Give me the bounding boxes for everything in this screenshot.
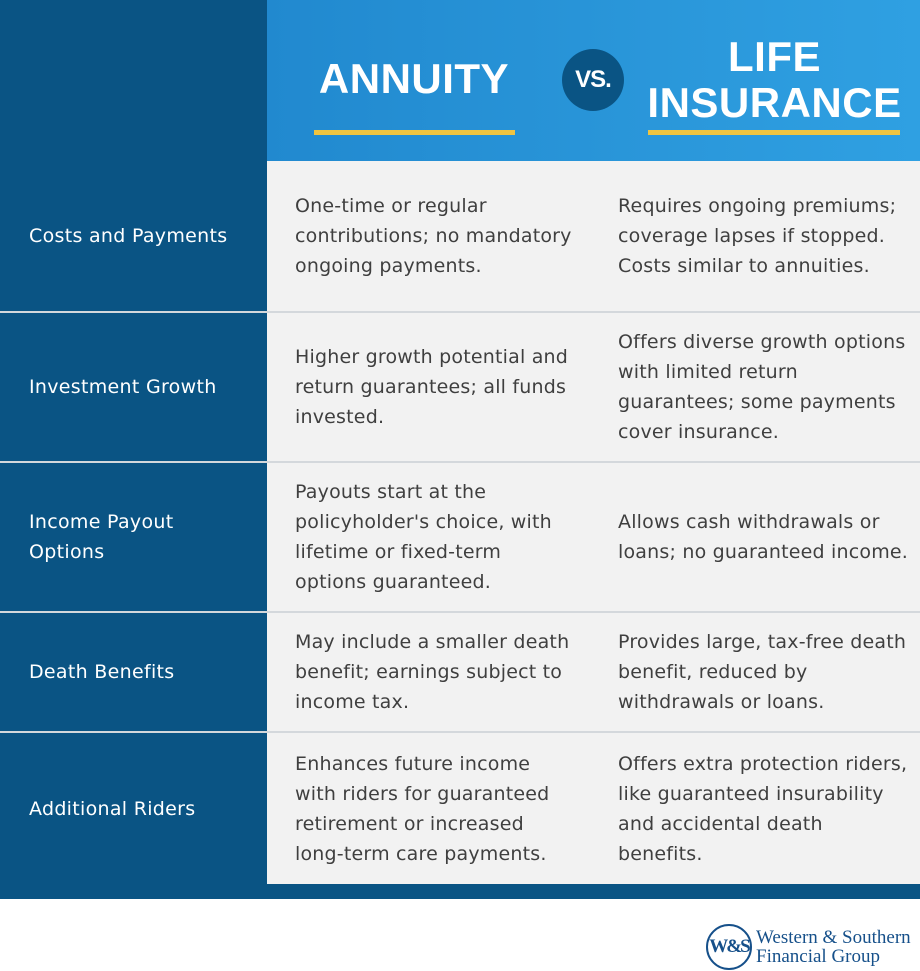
- life-insurance-cell: Offers extra protection riders, like gua…: [618, 752, 908, 865]
- table-row: Death Benefits May include a smaller dea…: [0, 611, 920, 731]
- ws-monogram-icon: W&S: [706, 924, 752, 970]
- annuity-cell: Payouts start at the policyholder's choi…: [295, 481, 552, 593]
- row-cells: Enhances future income with riders for g…: [267, 733, 920, 884]
- logo-line2: Financial Group: [756, 946, 881, 967]
- row-cells: One-time or regular contributions; no ma…: [267, 161, 920, 311]
- table-row: Income Payout Options Payouts start at t…: [0, 461, 920, 611]
- annuity-title-underline: [314, 130, 515, 135]
- comparison-table: ANNUITY VS. LIFE INSURANCE Costs and Pay…: [0, 0, 920, 899]
- life-title-line2: INSURANCE: [647, 79, 902, 126]
- table-row: Additional Riders Enhances future income…: [0, 731, 920, 884]
- row-label: Income Payout Options: [29, 511, 174, 563]
- row-cells: May include a smaller death benefit; ear…: [267, 613, 920, 731]
- company-logo: W&S Western & Southern Financial Group: [706, 924, 911, 970]
- life-insurance-cell: Provides large, tax-free death benefit, …: [618, 631, 907, 713]
- row-label: Investment Growth: [29, 376, 217, 398]
- annuity-cell: Higher growth potential and return guara…: [295, 346, 569, 428]
- table-header: ANNUITY VS. LIFE INSURANCE: [267, 0, 920, 161]
- life-insurance-cell: Requires ongoing premiums; coverage laps…: [618, 195, 897, 277]
- life-insurance-column-title: LIFE INSURANCE: [647, 34, 902, 126]
- logo-line1: Western & Southern: [756, 927, 911, 948]
- table-body: Costs and Payments One-time or regular c…: [0, 161, 920, 884]
- row-cells: Payouts start at the policyholder's choi…: [267, 463, 920, 611]
- life-insurance-cell: Allows cash withdrawals or loans; no gua…: [618, 511, 909, 563]
- annuity-cell: One-time or regular contributions; no ma…: [295, 195, 572, 277]
- life-title-underline: [648, 130, 900, 135]
- logo-wordmark: Western & Southern Financial Group: [756, 928, 911, 966]
- annuity-cell: Enhances future income with riders for g…: [295, 752, 550, 865]
- row-label: Costs and Payments: [29, 225, 228, 247]
- table-row: Investment Growth Higher growth potentia…: [0, 311, 920, 461]
- row-label: Additional Riders: [29, 797, 196, 820]
- row-cells: Higher growth potential and return guara…: [267, 313, 920, 461]
- table-row: Costs and Payments One-time or regular c…: [0, 161, 920, 311]
- annuity-column-title: ANNUITY: [318, 55, 510, 102]
- life-title-line1: LIFE: [728, 33, 821, 80]
- row-label: Death Benefits: [29, 661, 175, 683]
- vs-badge: VS.: [562, 49, 624, 111]
- annuity-cell: May include a smaller death benefit; ear…: [295, 631, 570, 713]
- life-insurance-cell: Offers diverse growth options with limit…: [618, 331, 906, 443]
